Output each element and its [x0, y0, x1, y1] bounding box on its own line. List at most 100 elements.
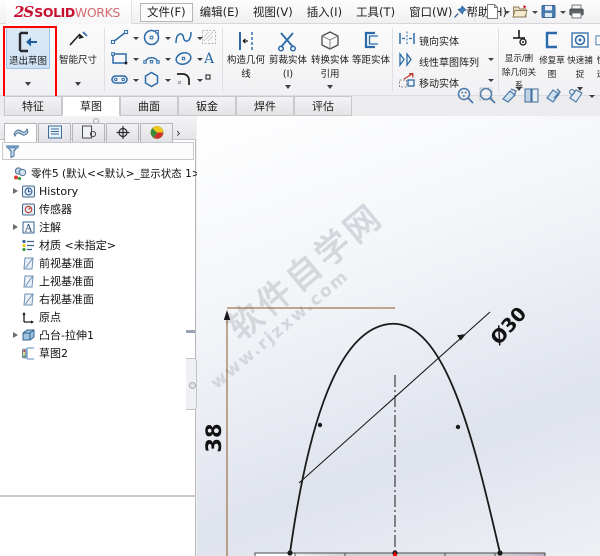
view-toolbar-chevron-down-icon[interactable] [588, 92, 596, 102]
zoom-to-fit-icon[interactable] [456, 86, 475, 108]
property-manager-icon [47, 125, 63, 142]
feature-tree-filter[interactable] [2, 142, 194, 160]
tree-item-sketch2[interactable]: 草图2 [0, 344, 196, 362]
exit-sketch-button[interactable]: 退出草图 [6, 26, 50, 69]
repair-sketch-button[interactable]: 修复草图 [538, 26, 566, 80]
tree-item-right-plane[interactable]: 右视基准面 [0, 290, 196, 308]
menu-item-view[interactable]: 视图(V) [246, 3, 300, 22]
rectangle-tool[interactable] [110, 49, 142, 70]
view-orientation-icon[interactable] [500, 86, 519, 108]
tree-item-sensors[interactable]: 传感器 [0, 200, 196, 218]
line-tool[interactable] [110, 28, 142, 49]
panel-splitter[interactable] [0, 495, 196, 497]
save-chevron-down-icon[interactable] [559, 3, 566, 20]
open-folder-icon[interactable] [512, 3, 529, 20]
tree-label-sketch2: 草图2 [39, 347, 68, 360]
display-manager-tab[interactable] [140, 123, 173, 143]
construction-geometry-icon [226, 29, 266, 53]
smart-dimension-chevron-down-icon[interactable] [56, 79, 100, 89]
menu-item-file[interactable]: 文件(F) [140, 2, 193, 22]
save-floppy-icon[interactable] [540, 3, 557, 20]
mirror-entities-row[interactable]: 镜向实体 [398, 30, 459, 50]
slot-tool[interactable] [110, 70, 142, 91]
slot-chevron-down-icon[interactable] [132, 76, 140, 86]
trim-entities-icon [268, 29, 308, 53]
menu-item-insert[interactable]: 插入(I) [300, 3, 349, 22]
tree-item-top-plane[interactable]: 上视基准面 [0, 272, 196, 290]
point-tool[interactable] [200, 70, 220, 86]
move-entities-chevron-down-icon[interactable] [487, 76, 495, 86]
exit-sketch-chevron-down-icon[interactable] [6, 79, 50, 89]
tab-sketch[interactable]: 草图 [62, 96, 120, 116]
linear-pattern-chevron-down-icon[interactable] [487, 55, 495, 65]
tab-evaluate[interactable]: 评估 [294, 96, 352, 116]
slot-icon [110, 70, 130, 92]
configuration-manager-tab[interactable] [72, 123, 105, 143]
quick-access-toolbar [484, 3, 585, 20]
linear-sketch-pattern-row[interactable]: 线性草图阵列 [398, 51, 479, 71]
sketch-point-left [317, 422, 323, 428]
circle-tool[interactable] [142, 28, 174, 49]
menu-item-edit[interactable]: 编辑(E) [193, 3, 246, 22]
tree-item-annotations[interactable]: A 注解 [0, 218, 196, 236]
tree-item-part[interactable]: 零件5 (默认<<默认>_显示状态 1>) [0, 164, 205, 182]
boss-extrude-icon [21, 328, 36, 343]
tree-item-boss-extrude[interactable]: 凸台-拉伸1 [0, 326, 196, 344]
tree-item-material[interactable]: 材质 <未指定> [0, 236, 196, 254]
tree-expander-history[interactable] [10, 186, 21, 197]
graphics-area[interactable]: 软件自学网 www.rjzxw.com Ø30 38 [197, 116, 600, 556]
feature-manager-tree-tab[interactable] [4, 123, 37, 143]
arc-tool[interactable] [142, 49, 174, 70]
trim-entities-button[interactable]: 剪裁实体(I) [268, 26, 308, 80]
move-entities-icon [398, 72, 416, 92]
hatch-tool[interactable] [200, 28, 220, 49]
ribbon-divider-2 [222, 28, 223, 92]
offset-entities-button[interactable]: 等距实体 [352, 26, 390, 67]
construction-geometry-button[interactable]: 构造几何线 [226, 26, 266, 80]
logo-works-text: WORKS [74, 4, 120, 20]
polygon-chevron-down-icon[interactable] [164, 76, 172, 86]
hide-show-items-icon[interactable] [566, 86, 585, 108]
tree-expander-boss-extrude[interactable] [10, 330, 21, 341]
printer-icon[interactable] [568, 3, 585, 20]
tab-weldments[interactable]: 焊件 [236, 96, 294, 116]
tree-item-front-plane[interactable]: 前视基准面 [0, 254, 196, 272]
new-document-chevron-down-icon[interactable] [503, 3, 510, 20]
logo-3ds-mark: 2S [14, 3, 34, 21]
rectangle-chevron-down-icon[interactable] [132, 55, 140, 65]
tree-item-origin[interactable]: 原点 [0, 308, 196, 326]
sketch-canvas[interactable]: Ø30 38 48 [197, 116, 600, 556]
tab-sheet-metal[interactable]: 钣金 [178, 96, 236, 116]
tree-expander[interactable] [2, 168, 13, 179]
circle-chevron-down-icon[interactable] [164, 34, 172, 44]
polygon-tool[interactable] [142, 70, 174, 91]
section-view-icon[interactable] [522, 86, 541, 108]
open-chevron-down-icon[interactable] [531, 3, 538, 20]
text-tool[interactable]: A [200, 49, 220, 70]
convert-entities-button[interactable]: 转换实体引用 [310, 26, 350, 80]
tree-expander-annotations[interactable] [10, 222, 21, 233]
display-style-icon[interactable] [544, 86, 563, 108]
menu-item-window[interactable]: 窗口(W) [402, 3, 459, 22]
quick-extra-button[interactable]: 快速 [594, 26, 600, 80]
feature-manager-chevron-right-icon[interactable]: › [176, 126, 181, 140]
trim-entities-chevron-down-icon[interactable] [268, 82, 308, 92]
new-document-icon[interactable] [484, 3, 501, 20]
dimxpert-manager-tab[interactable] [106, 123, 139, 143]
line-chevron-down-icon[interactable] [132, 34, 140, 44]
display-delete-relations-button[interactable]: 显示/删除几何关系 [502, 24, 536, 92]
move-entities-row[interactable]: 移动实体 [398, 72, 459, 92]
tab-surfaces[interactable]: 曲面 [120, 96, 178, 116]
convert-entities-chevron-down-icon[interactable] [310, 82, 350, 92]
panel-resize-handle[interactable] [186, 358, 197, 410]
smart-dimension-button[interactable]: 智能尺寸 [56, 26, 100, 67]
zoom-to-area-icon[interactable] [478, 86, 497, 108]
pushpin-icon[interactable] [452, 4, 468, 20]
quick-snaps-button[interactable]: 快速捕捉 [566, 26, 594, 80]
property-manager-tab[interactable] [38, 123, 71, 143]
arc-chevron-down-icon[interactable] [164, 55, 172, 65]
tree-item-history[interactable]: History [0, 182, 196, 200]
menu-item-tools[interactable]: 工具(T) [349, 3, 402, 22]
quick-snaps-icon [566, 29, 594, 53]
tab-features[interactable]: 特征 [4, 96, 62, 116]
